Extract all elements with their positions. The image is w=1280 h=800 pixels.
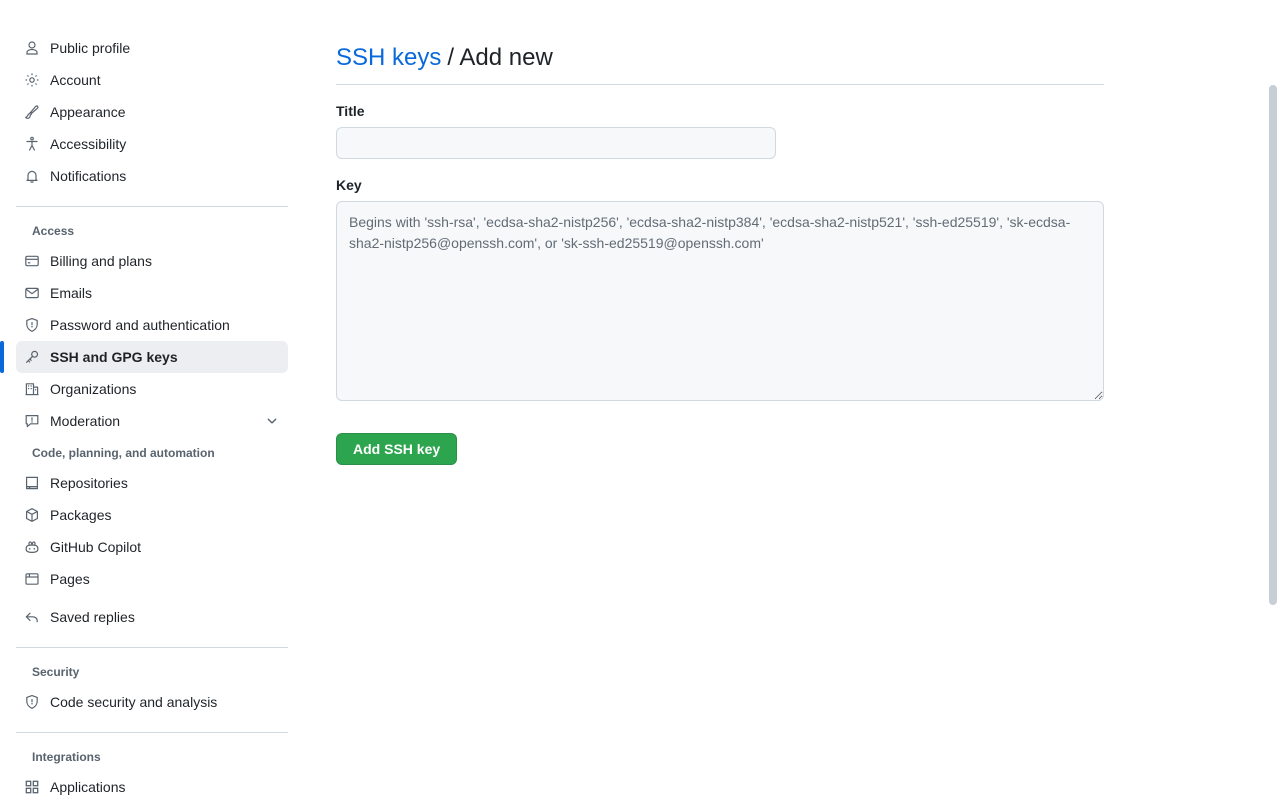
page-title: SSH keys / Add new: [336, 40, 1104, 86]
sidebar-divider: [16, 732, 288, 733]
sidebar-item-password-and-authentication[interactable]: Password and authentication: [16, 309, 288, 341]
chevron-down-icon[interactable]: [264, 413, 280, 429]
sidebar-item-label: Emails: [50, 285, 93, 301]
sidebar-item-saved-replies[interactable]: Saved replies: [16, 601, 288, 633]
person-icon: [24, 40, 40, 56]
repo-icon: [24, 475, 40, 491]
mail-icon: [24, 285, 40, 301]
add-ssh-key-button[interactable]: Add SSH key: [336, 433, 458, 466]
page-scrollbar[interactable]: [1265, 0, 1280, 800]
sidebar-item-label: Saved replies: [50, 609, 135, 625]
sidebar-group: Code, planning, and automation Repositori…: [0, 443, 304, 595]
browser-icon: [24, 571, 40, 587]
sidebar-item-label: Packages: [50, 507, 112, 523]
sidebar-item-label: Account: [50, 72, 101, 88]
title-field-group: Title: [336, 101, 1104, 160]
report-icon: [24, 413, 40, 429]
sidebar-item-label: Password and authentication: [50, 317, 230, 333]
key-label: Key: [336, 177, 362, 194]
paintbrush-icon: [24, 104, 40, 120]
sidebar-item-public-profile[interactable]: Public profile: [16, 32, 288, 64]
sidebar-group: Public profile Account Appearance Accessibi…: [0, 32, 304, 192]
sidebar-item-label: Appearance: [50, 104, 126, 120]
sidebar-group: Saved replies: [0, 601, 304, 633]
sidebar-item-notifications[interactable]: Notifications: [16, 160, 288, 192]
sidebar-item-moderation[interactable]: Moderation: [16, 405, 288, 437]
title-label: Title: [336, 103, 365, 120]
sidebar-item-label: GitHub Copilot: [50, 539, 142, 555]
sidebar-item-billing-and-plans[interactable]: Billing and plans: [16, 245, 288, 277]
sidebar-item-repositories[interactable]: Repositories: [16, 467, 288, 499]
sidebar-item-label: Pages: [50, 571, 90, 587]
sidebar-group-title: Access: [32, 224, 75, 238]
key-textarea[interactable]: [336, 201, 1104, 402]
sidebar-item-github-copilot[interactable]: GitHub Copilot: [16, 531, 288, 563]
reply-icon: [24, 609, 40, 625]
gear-icon: [24, 72, 40, 88]
settings-page: Public profile Account Appearance Accessibi…: [0, 0, 1280, 800]
title-input[interactable]: [336, 127, 776, 160]
sidebar-item-label: SSH and GPG keys: [50, 349, 178, 365]
page-scrollbar-thumb[interactable]: [1269, 85, 1277, 605]
key-icon: [24, 349, 40, 365]
sidebar-item-label: Applications: [50, 779, 126, 795]
sidebar-item-label: Notifications: [50, 168, 127, 184]
sidebar-item-ssh-and-gpg-keys[interactable]: SSH and GPG keys: [0, 341, 288, 373]
sidebar-group: Access Billing and plans Emails Password an…: [0, 221, 304, 437]
sidebar-divider: [16, 206, 288, 207]
ssh-keys-breadcrumb-link[interactable]: SSH keys: [336, 40, 441, 76]
sidebar-item-label: Moderation: [50, 413, 121, 429]
copilot-icon: [24, 539, 40, 555]
sidebar-item-code-security-and-analysis[interactable]: Code security and analysis: [16, 686, 288, 718]
sidebar-group-title: Integrations: [32, 750, 101, 764]
key-field-group: Key: [336, 175, 1104, 402]
bell-icon: [24, 168, 40, 184]
sidebar-item-applications[interactable]: Applications: [16, 771, 288, 800]
accessibility-icon: [24, 136, 40, 152]
sidebar-item-emails[interactable]: Emails: [16, 277, 288, 309]
shield-check-icon: [24, 694, 40, 710]
sidebar-item-label: Organizations: [50, 381, 137, 397]
apps-grid-icon: [24, 779, 40, 795]
sidebar-item-label: Public profile: [50, 40, 131, 56]
sidebar-item-account[interactable]: Account: [16, 64, 288, 96]
sidebar-item-label: Code security and analysis: [50, 694, 218, 710]
sidebar-item-pages[interactable]: Pages: [16, 563, 288, 595]
main-content: SSH keys / Add new Title Key Add SSH key: [336, 0, 1104, 466]
organization-icon: [24, 381, 40, 397]
sidebar-item-label: Billing and plans: [50, 253, 152, 269]
settings-sidebar: Public profile Account Appearance Accessibi…: [0, 0, 304, 800]
sidebar-item-label: Repositories: [50, 475, 128, 491]
credit-card-icon: [24, 253, 40, 269]
sidebar-group: Integrations Applications: [0, 747, 304, 800]
sidebar-item-appearance[interactable]: Appearance: [16, 96, 288, 128]
sidebar-item-organizations[interactable]: Organizations: [16, 373, 288, 405]
shield-lock-icon: [24, 317, 40, 333]
sidebar-divider: [16, 647, 288, 648]
sidebar-item-accessibility[interactable]: Accessibility: [16, 128, 288, 160]
page-title-current: / Add new: [447, 44, 553, 72]
sidebar-group: Security Code security and analysis: [0, 662, 304, 718]
sidebar-group-title: Code, planning, and automation: [32, 446, 215, 460]
sidebar-group-title: Security: [32, 665, 80, 679]
sidebar-item-label: Accessibility: [50, 136, 127, 152]
sidebar-item-packages[interactable]: Packages: [16, 499, 288, 531]
package-icon: [24, 507, 40, 523]
